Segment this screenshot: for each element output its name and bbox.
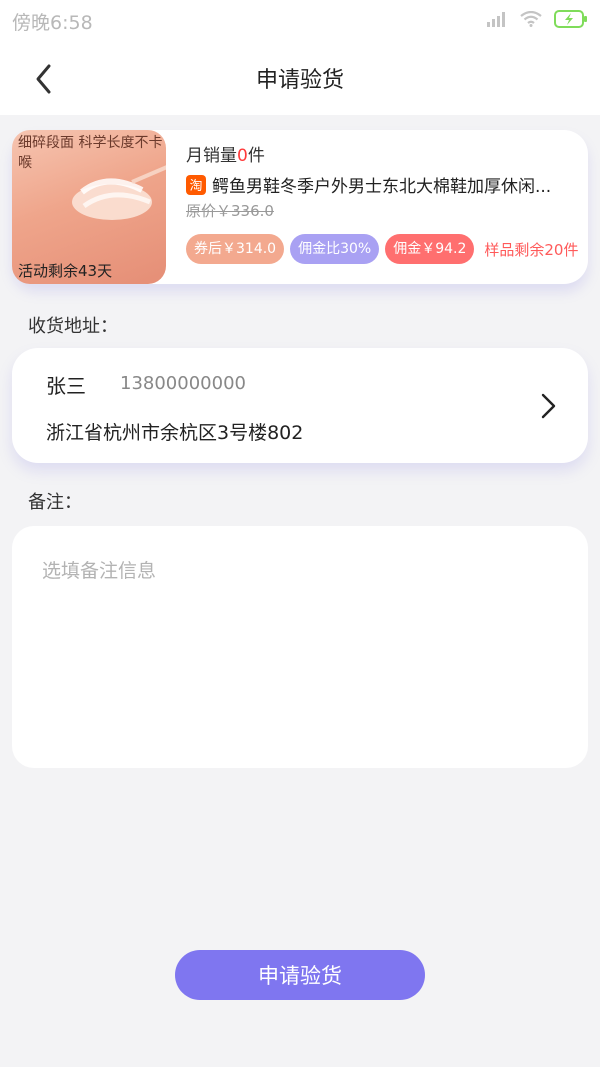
product-title-row: 淘 鳄鱼男鞋冬季户外男士东北大棉鞋加厚休闲... [186, 172, 582, 197]
recipient-phone: 13800000000 [120, 373, 246, 394]
monthly-sales: 月销量0件 [186, 141, 265, 166]
submit-inspection-button[interactable]: 申请验货 [175, 950, 425, 1000]
product-tags: 券后￥314.0 佣金比30% 佣金￥94.2 样品剩余20件 [186, 234, 578, 264]
monthly-sales-count: 0 [237, 146, 248, 166]
battery-charging-icon [554, 10, 587, 28]
monthly-sales-unit: 件 [247, 146, 265, 166]
address-detail: 浙江省杭州市余杭区3号楼802 [46, 422, 304, 444]
taobao-icon: 淘 [186, 174, 206, 195]
status-time: 傍晚6:58 [12, 12, 93, 34]
product-card[interactable]: 细碎段面 科学长度不卡喉 活动剩余43天 月销量0件 淘 鳄鱼男鞋冬季户外男士东… [12, 130, 588, 284]
signal-icon [487, 12, 505, 27]
noodle-illustration [72, 165, 166, 220]
coupon-price-tag: 券后￥314.0 [186, 234, 285, 264]
address-card[interactable]: 张三 13800000000 浙江省杭州市余杭区3号楼802 [12, 348, 588, 463]
notes-section-label: 备注： [28, 492, 82, 513]
sample-stock: 样品剩余20件 [484, 240, 579, 259]
chevron-right-icon [541, 393, 556, 419]
product-image: 细碎段面 科学长度不卡喉 活动剩余43天 [12, 130, 166, 284]
wifi-icon [520, 11, 542, 27]
notes-input[interactable] [40, 554, 564, 748]
activity-remaining: 活动剩余43天 [18, 262, 113, 280]
original-price: 原价￥336.0 [186, 202, 274, 220]
status-icons [486, 10, 588, 28]
address-section-label: 收货地址： [28, 316, 118, 337]
product-title: 鳄鱼男鞋冬季户外男士东北大棉鞋加厚休闲... [212, 177, 552, 197]
commission-rate-tag: 佣金比30% [290, 234, 380, 264]
page-title: 申请验货 [255, 68, 344, 93]
commission-amount-tag: 佣金￥94.2 [385, 234, 475, 264]
recipient-name: 张三 [46, 374, 86, 398]
header: 傍晚6:58 申请验货 [0, 0, 600, 115]
notes-box [12, 526, 588, 768]
monthly-sales-label: 月销量 [186, 146, 237, 166]
